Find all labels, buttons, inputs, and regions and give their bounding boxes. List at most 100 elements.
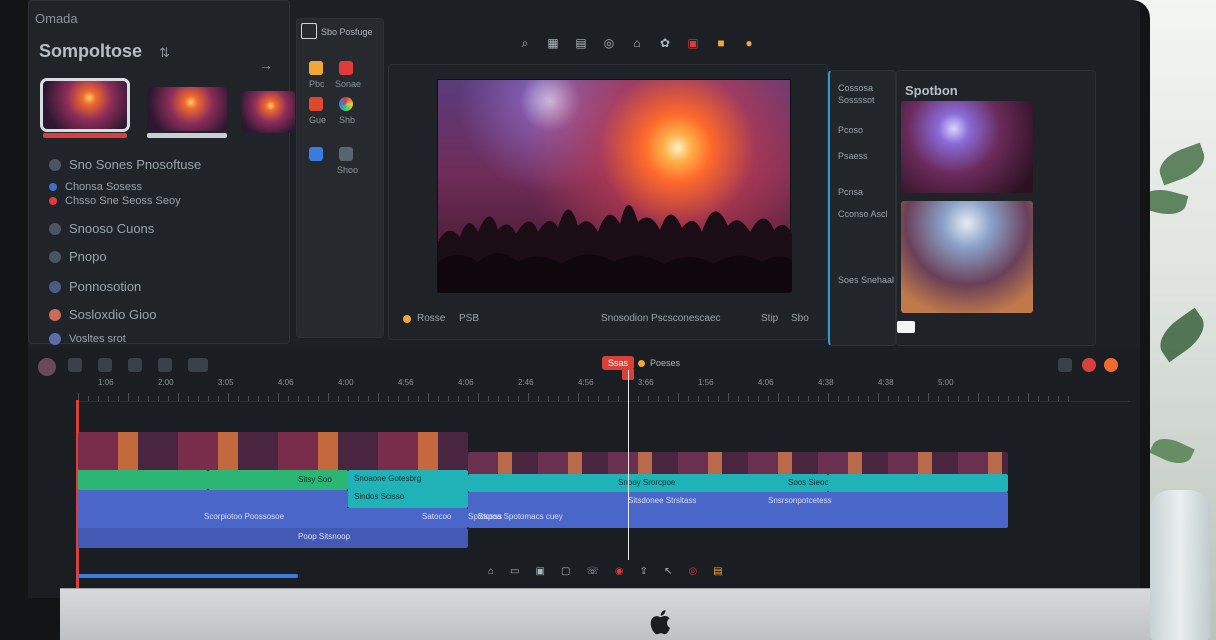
ruler-tick: [668, 396, 669, 401]
clip-label: Snsrsonpotcetess: [768, 496, 832, 505]
color-swatch[interactable]: [897, 321, 915, 333]
record-icon[interactable]: ▣: [686, 36, 700, 51]
music-clip[interactable]: [78, 574, 298, 578]
ruler-tick: [178, 393, 179, 401]
preview-image[interactable]: [901, 201, 1033, 313]
bookmark-icon[interactable]: ■: [714, 36, 728, 51]
media-list-item[interactable]: Sno Sones Pnosoftuse: [49, 157, 201, 172]
inspector-label[interactable]: Pcoso: [838, 125, 863, 135]
image-icon[interactable]: ▣: [536, 566, 545, 577]
inspector-label[interactable]: Soes Snehaal: [838, 275, 894, 285]
audio-clip[interactable]: [828, 474, 1008, 492]
media-item-label: Sosloxdio Gioo: [69, 307, 157, 322]
media-tool-icon[interactable]: ⇅: [159, 45, 170, 61]
media-list-item[interactable]: Vosltes srot: [49, 333, 126, 345]
media-list-item[interactable]: Chonsa Sosess: [49, 181, 142, 193]
music-clip[interactable]: Poop Sitsnoop: [78, 528, 468, 548]
record-icon[interactable]: [1082, 358, 1096, 372]
effect-icon[interactable]: [309, 61, 323, 75]
media-list-item[interactable]: Pnopo: [49, 249, 107, 264]
export-icon[interactable]: ▤: [713, 566, 722, 577]
media-thumbnail[interactable]: [147, 87, 227, 131]
ruler-tick: [1068, 396, 1069, 401]
audio-clip[interactable]: Snoaone Gotesbrg Sindos Scisso: [348, 470, 468, 508]
ruler-tick: [998, 396, 999, 401]
timeline-ruler[interactable]: 1:06 2:00 3:05 4:06 4:00 4:56 4:06 2:46 …: [78, 378, 1130, 402]
media-list-item[interactable]: Ponnosotion: [49, 279, 141, 294]
music-clip[interactable]: Scorpiotoo Poossosoe Satocoo: [78, 508, 468, 528]
playhead[interactable]: [628, 370, 629, 560]
blade-tool-icon[interactable]: [98, 358, 112, 372]
inspector-label[interactable]: Pcnsa: [838, 187, 863, 197]
monitor-icon[interactable]: ▭: [510, 566, 519, 577]
select-tool-icon[interactable]: [68, 358, 82, 372]
arrow-right-icon[interactable]: →: [259, 57, 273, 73]
phone-icon[interactable]: ☏: [586, 566, 599, 577]
magnet-tool-icon[interactable]: [158, 358, 172, 372]
alert-icon[interactable]: ●: [742, 36, 756, 51]
ruler-tick: [428, 393, 429, 401]
book-icon[interactable]: ▤: [574, 36, 588, 51]
share-icon[interactable]: ⇪: [640, 566, 648, 577]
ruler-tick: [108, 396, 109, 401]
media-list-item[interactable]: Chsso Sne Seoss Seoy: [49, 195, 181, 207]
record-icon[interactable]: ◎: [688, 566, 697, 577]
ruler-label: 5:00: [938, 378, 954, 387]
ruler-tick: [678, 393, 679, 401]
inspector-label[interactable]: Cconso Ascl: [838, 209, 888, 219]
effects-panel: Sbo Posfuge Pbc Sonae Gue Shb Shoo: [296, 18, 384, 338]
ruler-tick: [758, 396, 759, 401]
media-thumbnail[interactable]: [241, 91, 295, 133]
avatar[interactable]: [38, 358, 56, 376]
home-icon[interactable]: ⌂: [488, 566, 494, 577]
ruler-tick: [798, 396, 799, 401]
ruler-label: 2:46: [518, 378, 534, 387]
timeline-toolbar: Ssas Poeses: [38, 354, 1130, 378]
audio-clip[interactable]: Sitsy Soo: [208, 470, 348, 490]
audio-clip[interactable]: Snooy Srorcpoe Soos Sieoo: [468, 474, 829, 492]
effect-icon[interactable]: [309, 147, 323, 161]
inspector-label[interactable]: Psaess: [838, 151, 868, 161]
ruler-tick: [1048, 396, 1049, 401]
ruler-tick: [398, 396, 399, 401]
ruler-tick: [548, 396, 549, 401]
cursor-icon[interactable]: ↖: [664, 566, 672, 577]
zoom-tool-icon[interactable]: [188, 358, 208, 372]
effects-panel-title: Sbo Posfuge: [321, 27, 373, 37]
grid-icon[interactable]: ▦: [546, 36, 560, 51]
clip-label: Scorpiotoo Poossosoe: [204, 512, 285, 521]
audio-clip[interactable]: [78, 470, 208, 490]
frame-icon[interactable]: ▢: [561, 566, 570, 577]
video-clip[interactable]: [78, 432, 468, 470]
ruler-tick: [568, 396, 569, 401]
pen-tool-icon[interactable]: [128, 358, 142, 372]
lock-icon[interactable]: ⌂: [630, 36, 644, 51]
circle-icon[interactable]: ◎: [602, 36, 616, 51]
video-clip[interactable]: [468, 452, 1008, 474]
settings-icon[interactable]: [1058, 358, 1072, 372]
effect-icon[interactable]: [339, 97, 353, 111]
gear-icon[interactable]: ✿: [658, 36, 672, 51]
effect-icon[interactable]: [309, 97, 323, 111]
media-thumbnail[interactable]: [40, 78, 130, 132]
media-list-item[interactable]: Sosloxdio Gioo: [49, 307, 156, 322]
ruler-tick: [1058, 396, 1059, 401]
music-clip[interactable]: [78, 490, 348, 508]
ruler-label: 3:05: [218, 378, 234, 387]
export-icon[interactable]: [1104, 358, 1118, 372]
search-icon[interactable]: ⌕: [518, 36, 532, 51]
ruler-label: 4:38: [878, 378, 894, 387]
ruler-tick: [708, 396, 709, 401]
media-item-label: Ponnosotion: [69, 279, 142, 294]
effect-icon[interactable]: [339, 147, 353, 161]
effect-icon[interactable]: [339, 61, 353, 75]
panel-icon[interactable]: [301, 23, 317, 39]
music-clip[interactable]: Sitsdonee Strsltass Snsrsonpotcetess Spt…: [468, 492, 1008, 528]
ruler-label: 2:00: [158, 378, 174, 387]
ruler-tick: [508, 396, 509, 401]
preview-title: Spotbon: [905, 83, 958, 98]
media-list-item[interactable]: Snooso Cuons: [49, 221, 154, 236]
camera-icon[interactable]: ◉: [615, 566, 624, 577]
preview-image[interactable]: [901, 101, 1033, 193]
viewer-frame[interactable]: [437, 79, 792, 293]
